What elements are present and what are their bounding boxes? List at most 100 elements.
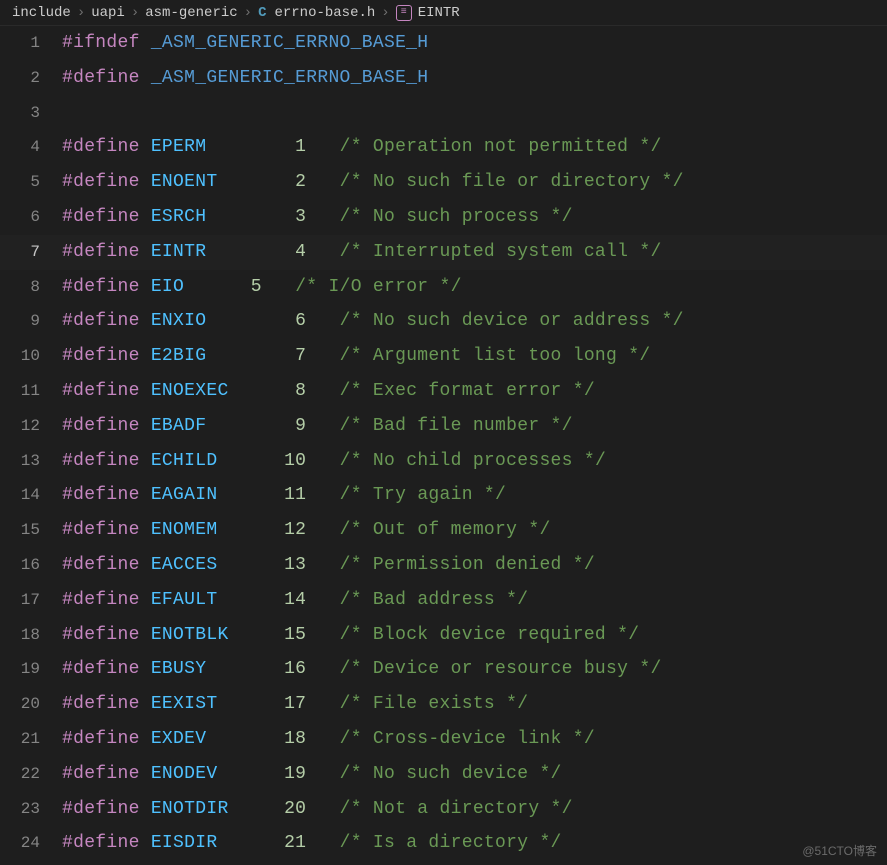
line-number[interactable]: 15 <box>0 513 62 548</box>
token-const: EINTR <box>151 242 207 262</box>
line-number[interactable]: 21 <box>0 722 62 757</box>
token-number: 1 <box>295 137 306 157</box>
line-number[interactable]: 24 <box>0 826 62 861</box>
chevron-right-icon: › <box>244 5 252 21</box>
code-line[interactable]: 24#define EISDIR 21 /* Is a directory */ <box>0 826 887 861</box>
code-line[interactable]: 1#ifndef _ASM_GENERIC_ERRNO_BASE_H <box>0 26 887 61</box>
code-content[interactable]: #define ESRCH 3 /* No such process */ <box>62 200 887 235</box>
code-line[interactable]: 9#define ENXIO 6 /* No such device or ad… <box>0 304 887 339</box>
line-number[interactable]: 9 <box>0 304 62 339</box>
code-line[interactable]: 23#define ENOTDIR 20 /* Not a directory … <box>0 792 887 827</box>
code-content[interactable]: #define EINTR 4 /* Interrupted system ca… <box>62 235 887 270</box>
code-content[interactable]: #define ECHILD 10 /* No child processes … <box>62 444 887 479</box>
code-line[interactable]: 19#define EBUSY 16 /* Device or resource… <box>0 652 887 687</box>
breadcrumb-part[interactable]: asm-generic <box>145 5 237 21</box>
line-number[interactable]: 11 <box>0 374 62 409</box>
code-content[interactable]: #define ENOEXEC 8 /* Exec format error *… <box>62 374 887 409</box>
chevron-right-icon: › <box>381 5 389 21</box>
token-const: ENOEXEC <box>151 381 229 401</box>
code-line[interactable]: 16#define EACCES 13 /* Permission denied… <box>0 548 887 583</box>
code-content[interactable]: #define EIO 5 /* I/O error */ <box>62 270 887 305</box>
line-number[interactable]: 16 <box>0 548 62 583</box>
line-number[interactable]: 4 <box>0 130 62 165</box>
token-comment: /* No such process */ <box>340 207 573 227</box>
line-number[interactable]: 6 <box>0 200 62 235</box>
code-line[interactable]: 18#define ENOTBLK 15 /* Block device req… <box>0 618 887 653</box>
line-number[interactable]: 12 <box>0 409 62 444</box>
token-directive: #define <box>62 416 140 436</box>
code-editor[interactable]: 1#ifndef _ASM_GENERIC_ERRNO_BASE_H2#defi… <box>0 26 887 861</box>
code-line[interactable]: 6#define ESRCH 3 /* No such process */ <box>0 200 887 235</box>
code-line[interactable]: 11#define ENOEXEC 8 /* Exec format error… <box>0 374 887 409</box>
code-line[interactable]: 7#define EINTR 4 /* Interrupted system c… <box>0 235 887 270</box>
line-number[interactable]: 18 <box>0 618 62 653</box>
code-line[interactable]: 20#define EEXIST 17 /* File exists */ <box>0 687 887 722</box>
token-number: 5 <box>251 277 262 297</box>
breadcrumb-symbol[interactable]: EINTR <box>418 5 460 21</box>
code-line[interactable]: 2#define _ASM_GENERIC_ERRNO_BASE_H <box>0 61 887 96</box>
line-number[interactable]: 2 <box>0 61 62 96</box>
line-number[interactable]: 5 <box>0 165 62 200</box>
code-line[interactable]: 22#define ENODEV 19 /* No such device */ <box>0 757 887 792</box>
code-line[interactable]: 3 <box>0 96 887 131</box>
line-number[interactable]: 8 <box>0 270 62 305</box>
code-content[interactable]: #define EISDIR 21 /* Is a directory */ <box>62 826 887 861</box>
code-content[interactable]: #define ENOTBLK 15 /* Block device requi… <box>62 618 887 653</box>
breadcrumb-part[interactable]: uapi <box>91 5 125 21</box>
token-directive: #define <box>62 242 140 262</box>
breadcrumb-part[interactable]: include <box>12 5 71 21</box>
code-content[interactable]: #define ENXIO 6 /* No such device or add… <box>62 304 887 339</box>
token-const: ESRCH <box>151 207 207 227</box>
code-line[interactable]: 13#define ECHILD 10 /* No child processe… <box>0 444 887 479</box>
code-line[interactable]: 8#define EIO 5 /* I/O error */ <box>0 270 887 305</box>
line-number[interactable]: 22 <box>0 757 62 792</box>
code-line[interactable]: 14#define EAGAIN 11 /* Try again */ <box>0 478 887 513</box>
code-content[interactable]: #define E2BIG 7 /* Argument list too lon… <box>62 339 887 374</box>
token-number: 7 <box>295 346 306 366</box>
code-line[interactable]: 12#define EBADF 9 /* Bad file number */ <box>0 409 887 444</box>
code-line[interactable]: 4#define EPERM 1 /* Operation not permit… <box>0 130 887 165</box>
code-content[interactable]: #define EACCES 13 /* Permission denied *… <box>62 548 887 583</box>
code-line[interactable]: 15#define ENOMEM 12 /* Out of memory */ <box>0 513 887 548</box>
line-number[interactable]: 13 <box>0 444 62 479</box>
code-line[interactable]: 10#define E2BIG 7 /* Argument list too l… <box>0 339 887 374</box>
code-content[interactable]: #define ENODEV 19 /* No such device */ <box>62 757 887 792</box>
code-content[interactable]: #define ENOTDIR 20 /* Not a directory */ <box>62 792 887 827</box>
code-content[interactable]: #define ENOMEM 12 /* Out of memory */ <box>62 513 887 548</box>
code-content[interactable]: #define EBADF 9 /* Bad file number */ <box>62 409 887 444</box>
code-line[interactable]: 21#define EXDEV 18 /* Cross-device link … <box>0 722 887 757</box>
line-number[interactable]: 7 <box>0 235 62 270</box>
code-content[interactable]: #define EXDEV 18 /* Cross-device link */ <box>62 722 887 757</box>
line-number[interactable]: 10 <box>0 339 62 374</box>
line-number[interactable]: 19 <box>0 652 62 687</box>
code-content[interactable]: #define EEXIST 17 /* File exists */ <box>62 687 887 722</box>
token-directive: #define <box>62 68 140 88</box>
token-const: ENODEV <box>151 764 218 784</box>
token-const: ENOENT <box>151 172 218 192</box>
token-number: 13 <box>284 555 306 575</box>
line-number[interactable]: 1 <box>0 26 62 61</box>
code-content[interactable]: #define EPERM 1 /* Operation not permitt… <box>62 130 887 165</box>
line-number[interactable]: 17 <box>0 583 62 618</box>
code-content[interactable]: #ifndef _ASM_GENERIC_ERRNO_BASE_H <box>62 26 887 61</box>
token-directive: #define <box>62 381 140 401</box>
code-line[interactable]: 5#define ENOENT 2 /* No such file or dir… <box>0 165 887 200</box>
code-content[interactable]: #define EFAULT 14 /* Bad address */ <box>62 583 887 618</box>
breadcrumb[interactable]: include › uapi › asm-generic › C errno-b… <box>0 0 887 26</box>
token-comment: /* Out of memory */ <box>340 520 551 540</box>
token-const: ECHILD <box>151 451 218 471</box>
line-number[interactable]: 14 <box>0 478 62 513</box>
token-number: 3 <box>295 207 306 227</box>
code-content[interactable]: #define ENOENT 2 /* No such file or dire… <box>62 165 887 200</box>
line-number[interactable]: 3 <box>0 96 62 131</box>
line-number[interactable]: 20 <box>0 687 62 722</box>
code-content[interactable]: #define EAGAIN 11 /* Try again */ <box>62 478 887 513</box>
token-number: 18 <box>284 729 306 749</box>
code-content[interactable]: #define EBUSY 16 /* Device or resource b… <box>62 652 887 687</box>
token-comment: /* File exists */ <box>340 694 529 714</box>
code-content[interactable]: #define _ASM_GENERIC_ERRNO_BASE_H <box>62 61 887 96</box>
code-line[interactable]: 17#define EFAULT 14 /* Bad address */ <box>0 583 887 618</box>
breadcrumb-file[interactable]: errno-base.h <box>274 5 375 21</box>
line-number[interactable]: 23 <box>0 792 62 827</box>
token-directive: #define <box>62 485 140 505</box>
